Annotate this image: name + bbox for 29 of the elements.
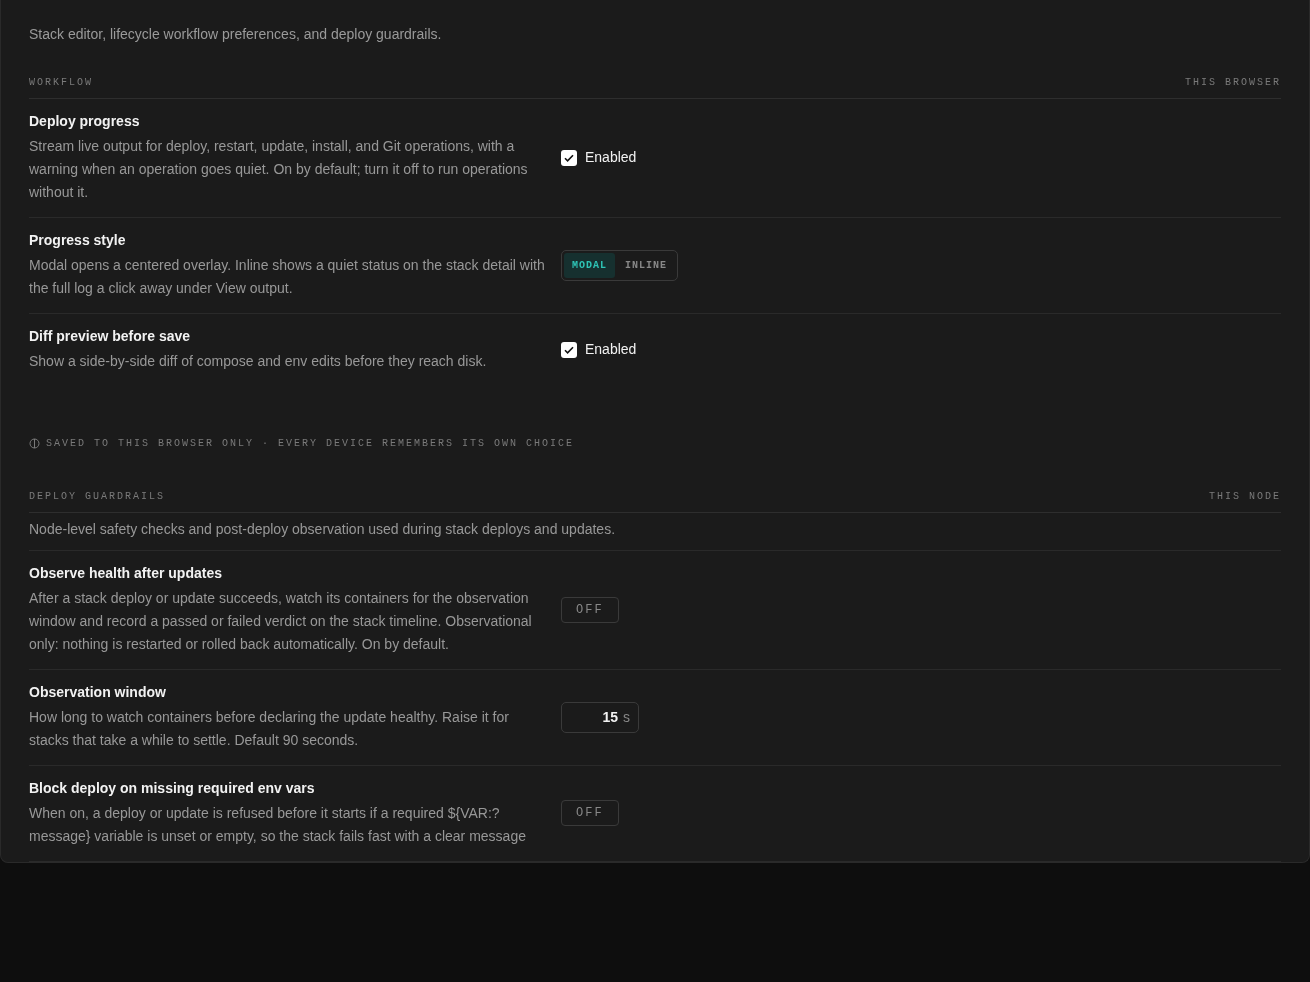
checkbox-label: Enabled <box>585 148 637 167</box>
section-heading: WORKFLOW <box>29 76 93 90</box>
setting-description: Show a side-by-side diff of compose and env edits before they reach disk. <box>29 352 488 371</box>
section-description: Node-level safety checks and post-deploy observation used during stack deploys and updates. <box>29 513 1281 551</box>
storage-note: SAVED TO THIS BROWSER ONLY · EVERY DEVICE REMEMBERS ITS OWN CHOICE <box>46 437 575 451</box>
checkbox[interactable] <box>561 341 577 358</box>
setting-description: When on, a deploy or update is refused before it starts if a required ${VAR:?message} variable is unset or empty, so the stack fails fast with a clear message <box>29 804 527 846</box>
unit-label: s <box>623 707 630 727</box>
setting-description: How long to watch containers before declaring the update healthy. Raise it for stacks that take a while to settle. Default 90 seconds. <box>29 708 510 750</box>
setting-title: Observe health after updates <box>29 564 223 583</box>
setting-description: Modal opens a centered overlay. Inline shows a quiet status on the stack detail with the full log a click away under View output. <box>29 256 546 298</box>
setting-title: Progress style <box>29 231 127 250</box>
toggle-button[interactable]: OFF <box>561 596 619 623</box>
setting-title: Deploy progress <box>29 112 141 131</box>
segment-option[interactable]: INLINE <box>617 252 676 278</box>
checkbox[interactable] <box>561 149 577 166</box>
page-description: Stack editor, lifecycle workflow preferences, and deploy guardrails. <box>29 25 443 44</box>
setting-title: Block deploy on missing required env vars <box>29 779 316 798</box>
checkbox-label: Enabled <box>585 340 637 359</box>
section-scope: THIS BROWSER <box>1185 76 1281 90</box>
section-scope: THIS NODE <box>1209 490 1281 504</box>
setting-title: Diff preview before save <box>29 327 192 346</box>
section-heading: DEPLOY GUARDRAILS <box>29 490 166 504</box>
toggle-button[interactable]: OFF <box>561 800 619 826</box>
setting-description: After a stack deploy or update succeeds, watch its containers for the observation window and record a passed or failed verdict on the stack timeline. Observational only: nothing is restarted or rolled back automatically. On by default. <box>29 589 533 654</box>
setting-description: Stream live output for deploy, restart, update, install, and Git operations, with a warning when an operation goes quiet. On by default; turn it off to run operations without it. <box>29 137 529 202</box>
info-icon <box>29 438 40 449</box>
setting-title: Observation window <box>29 683 167 702</box>
segment-option[interactable]: MODAL <box>564 252 615 278</box>
